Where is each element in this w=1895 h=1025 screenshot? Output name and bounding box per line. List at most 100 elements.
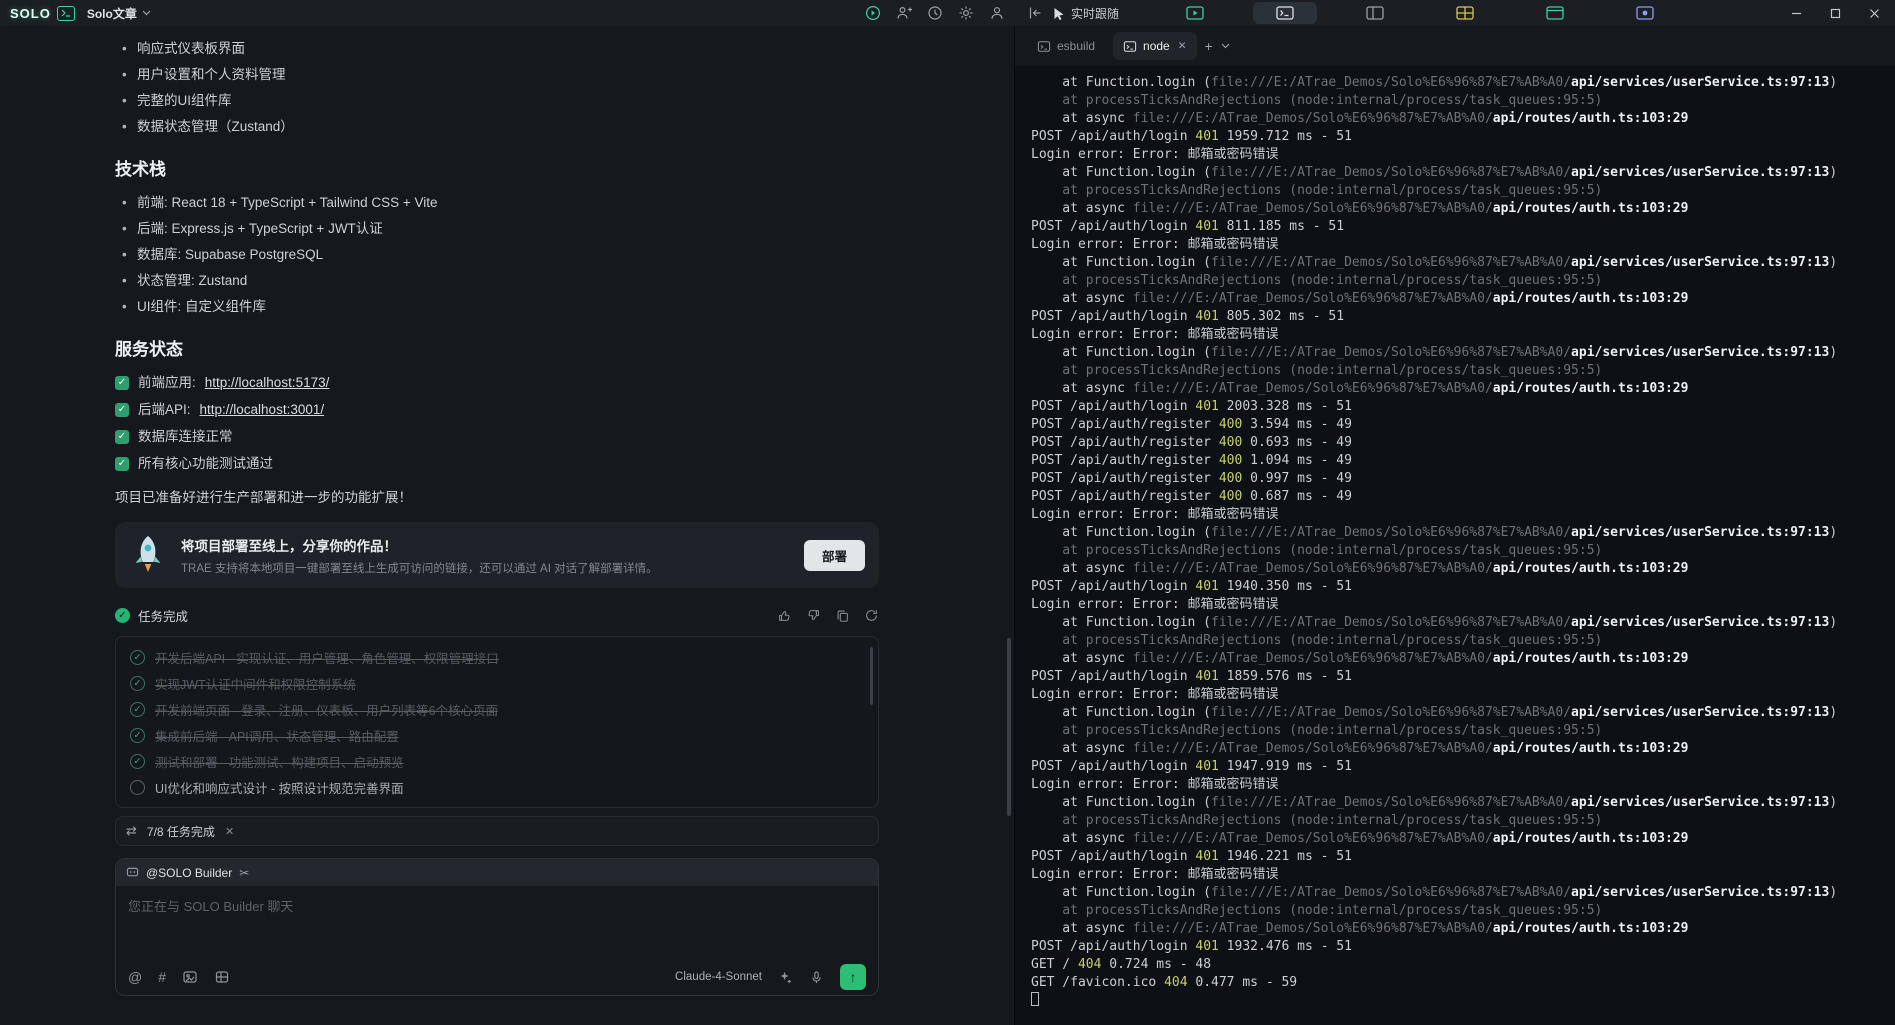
terminal-tab-close-icon[interactable]: ✕ — [1178, 40, 1187, 52]
panel-tab-components[interactable] — [1433, 2, 1497, 24]
terminal-line: at processTicksAndRejections (node:inter… — [1031, 92, 1887, 110]
retry-icon[interactable] — [864, 608, 879, 623]
chevron-down-icon — [142, 10, 151, 16]
terminal-tab-esbuild[interactable]: esbuild — [1027, 32, 1105, 60]
tech-list: 前端: React 18 + TypeScript + Tailwind CSS… — [115, 194, 879, 315]
terminal-dropdown-icon[interactable] — [1221, 43, 1230, 49]
task-label: 测试和部署 - 功能测试、构建项目、启动预览 — [155, 752, 404, 771]
copy-icon[interactable] — [835, 608, 850, 623]
account-icon[interactable] — [989, 5, 1005, 21]
panel-tab-editor[interactable] — [1343, 2, 1407, 24]
invite-user-icon[interactable] — [896, 5, 912, 21]
terminal-line: at async file:///E:/ATrae_Demos/Solo%E6%… — [1031, 200, 1887, 218]
solo-logo[interactable]: SOLO — [10, 6, 75, 21]
terminal-line: at processTicksAndRejections (node:inter… — [1031, 722, 1887, 740]
attach-image-icon[interactable] — [182, 969, 198, 985]
terminal-line: POST /api/auth/login 401 811.185 ms - 51 — [1031, 218, 1887, 236]
live-follow-toggle[interactable]: 实时跟随 — [1053, 5, 1119, 22]
service-link[interactable]: http://localhost:5173/ — [205, 374, 330, 391]
terminal-tab-node[interactable]: node ✕ — [1113, 32, 1197, 60]
panel-tab-docs[interactable] — [1523, 2, 1587, 24]
hash-icon[interactable]: # — [158, 970, 166, 984]
sparkle-icon[interactable] — [778, 970, 793, 985]
terminal-tab-label: node — [1143, 39, 1170, 53]
panel-tab-strip — [1163, 2, 1677, 24]
terminal-line: at Function.login (file:///E:/ATrae_Demo… — [1031, 164, 1887, 182]
task-label: 实现JWT认证中间件和权限控制系统 — [155, 674, 356, 693]
terminal-line: POST /api/auth/register 400 0.693 ms - 4… — [1031, 434, 1887, 452]
rocket-icon — [131, 534, 165, 576]
chat-panel-scrollbar[interactable] — [1007, 638, 1011, 816]
settings-gear-icon[interactable] — [958, 5, 974, 21]
terminal-tab-bar: esbuild node ✕ + — [1015, 26, 1895, 66]
terminal-line: at processTicksAndRejections (node:inter… — [1031, 182, 1887, 200]
terminal-line: at processTicksAndRejections (node:inter… — [1031, 902, 1887, 920]
terminal-line: GET /favicon.ico 404 0.477 ms - 59 — [1031, 974, 1887, 992]
terminal-icon — [1037, 40, 1051, 53]
terminal-line: POST /api/auth/register 400 3.594 ms - 4… — [1031, 416, 1887, 434]
doc-title-dropdown[interactable]: Solo文章 — [87, 5, 151, 22]
service-text: 前端应用: — [138, 374, 196, 391]
terminal-line: at async file:///E:/ATrae_Demos/Solo%E6%… — [1031, 380, 1887, 398]
model-selector[interactable]: Claude-4-Sonnet — [675, 971, 762, 983]
scissors-icon[interactable]: ✂ — [239, 866, 249, 880]
terminal-line: POST /api/auth/login 401 1940.350 ms - 5… — [1031, 578, 1887, 596]
terminal-line: Login error: Error: 邮箱或密码错误 — [1031, 686, 1887, 704]
preview-icon[interactable] — [865, 5, 881, 21]
terminal-line: Login error: Error: 邮箱或密码错误 — [1031, 326, 1887, 344]
service-item: ✓数据库连接正常 — [115, 428, 879, 445]
terminal-icon — [1123, 40, 1137, 53]
deploy-card-title: 将项目部署至线上，分享你的作品！ — [181, 535, 788, 555]
main-area: 响应式仪表板界面用户设置和个人资料管理完整的UI组件库数据状态管理（Zustan… — [0, 26, 1895, 1025]
service-item: ✓前端应用: http://localhost:5173/ — [115, 374, 879, 391]
task-item: ✓开发后端API - 实现认证、用户管理、角色管理、权限管理接口 — [130, 649, 860, 666]
terminal-output[interactable]: at Function.login (file:///E:/ATrae_Demo… — [1015, 66, 1895, 1025]
terminal-line: POST /api/auth/login 401 1959.712 ms - 5… — [1031, 128, 1887, 146]
deploy-card-text: 将项目部署至线上，分享你的作品！ TRAE 支持将本地项目一键部署至线上生成可访… — [181, 535, 788, 576]
task-flow-icon[interactable]: ⇄ — [126, 823, 137, 839]
terminal-line: POST /api/auth/register 400 0.687 ms - 4… — [1031, 488, 1887, 506]
window-controls — [1790, 7, 1881, 20]
mention-icon[interactable]: @ — [128, 970, 142, 984]
task-progress-close-icon[interactable]: ✕ — [225, 825, 234, 838]
new-terminal-button[interactable]: + — [1205, 38, 1213, 54]
terminal-cursor — [1031, 992, 1039, 1006]
collapse-panel-icon[interactable] — [1027, 5, 1043, 21]
thumbs-down-icon[interactable] — [806, 608, 821, 623]
chat-input-box[interactable]: @SOLO Builder ✂ 您正在与 SOLO Builder 聊天 @ # — [115, 858, 879, 996]
task-done-icon: ✓ — [130, 676, 145, 691]
assistant-message: 响应式仪表板界面用户设置和个人资料管理完整的UI组件库数据状态管理（Zustan… — [0, 26, 1014, 1025]
solo-chat-panel: 响应式仪表板界面用户设置和个人资料管理完整的UI组件库数据状态管理（Zustan… — [0, 26, 1015, 1025]
thumbs-up-icon[interactable] — [777, 608, 792, 623]
deploy-card-description: TRAE 支持将本地项目一键部署至线上生成可访问的链接，还可以通过 AI 对话了… — [181, 560, 788, 576]
task-list: ✓开发后端API - 实现认证、用户管理、角色管理、权限管理接口 ✓ 实现JWT认证… — [130, 649, 860, 796]
close-icon[interactable] — [1868, 7, 1881, 20]
service-text: 数据库连接正常 — [138, 428, 233, 445]
task-item: UI优化和响应式设计 - 按照设计规范完善界面 — [130, 779, 860, 796]
history-icon[interactable] — [927, 5, 943, 21]
panel-tab-terminal[interactable] — [1253, 2, 1317, 24]
send-button[interactable]: ↑ — [840, 964, 866, 990]
list-item: 后端: Express.js + TypeScript + JWT认证 — [115, 220, 879, 237]
terminal-line: Login error: Error: 邮箱或密码错误 — [1031, 236, 1887, 254]
panel-tab-extensions[interactable] — [1613, 2, 1677, 24]
microphone-icon[interactable] — [809, 970, 824, 985]
panel-tab-preview[interactable] — [1163, 2, 1227, 24]
terminal-line: Login error: Error: 邮箱或密码错误 — [1031, 506, 1887, 524]
task-complete-check-icon: ✓ — [115, 608, 130, 623]
terminal-line: at Function.login (file:///E:/ATrae_Demo… — [1031, 254, 1887, 272]
maximize-icon[interactable] — [1829, 7, 1842, 20]
agent-badge-icon — [126, 866, 139, 879]
service-link[interactable]: http://localhost:3001/ — [200, 401, 325, 418]
deploy-button[interactable]: 部署 — [804, 540, 865, 571]
minimize-icon[interactable] — [1790, 7, 1803, 20]
chat-input-area[interactable]: 您正在与 SOLO Builder 聊天 — [116, 886, 878, 959]
titlebar-action-icons — [865, 5, 1005, 21]
task-list-scrollbar[interactable] — [870, 647, 873, 705]
form-grid-icon[interactable] — [214, 969, 230, 985]
service-text: 所有核心功能测试通过 — [138, 455, 273, 472]
terminal-line: at async file:///E:/ATrae_Demos/Solo%E6%… — [1031, 830, 1887, 848]
list-item: 状态管理: Zustand — [115, 272, 879, 289]
terminal-line: at processTicksAndRejections (node:inter… — [1031, 812, 1887, 830]
task-label: 集成前后端 - API调用、状态管理、路由配置 — [155, 726, 399, 745]
